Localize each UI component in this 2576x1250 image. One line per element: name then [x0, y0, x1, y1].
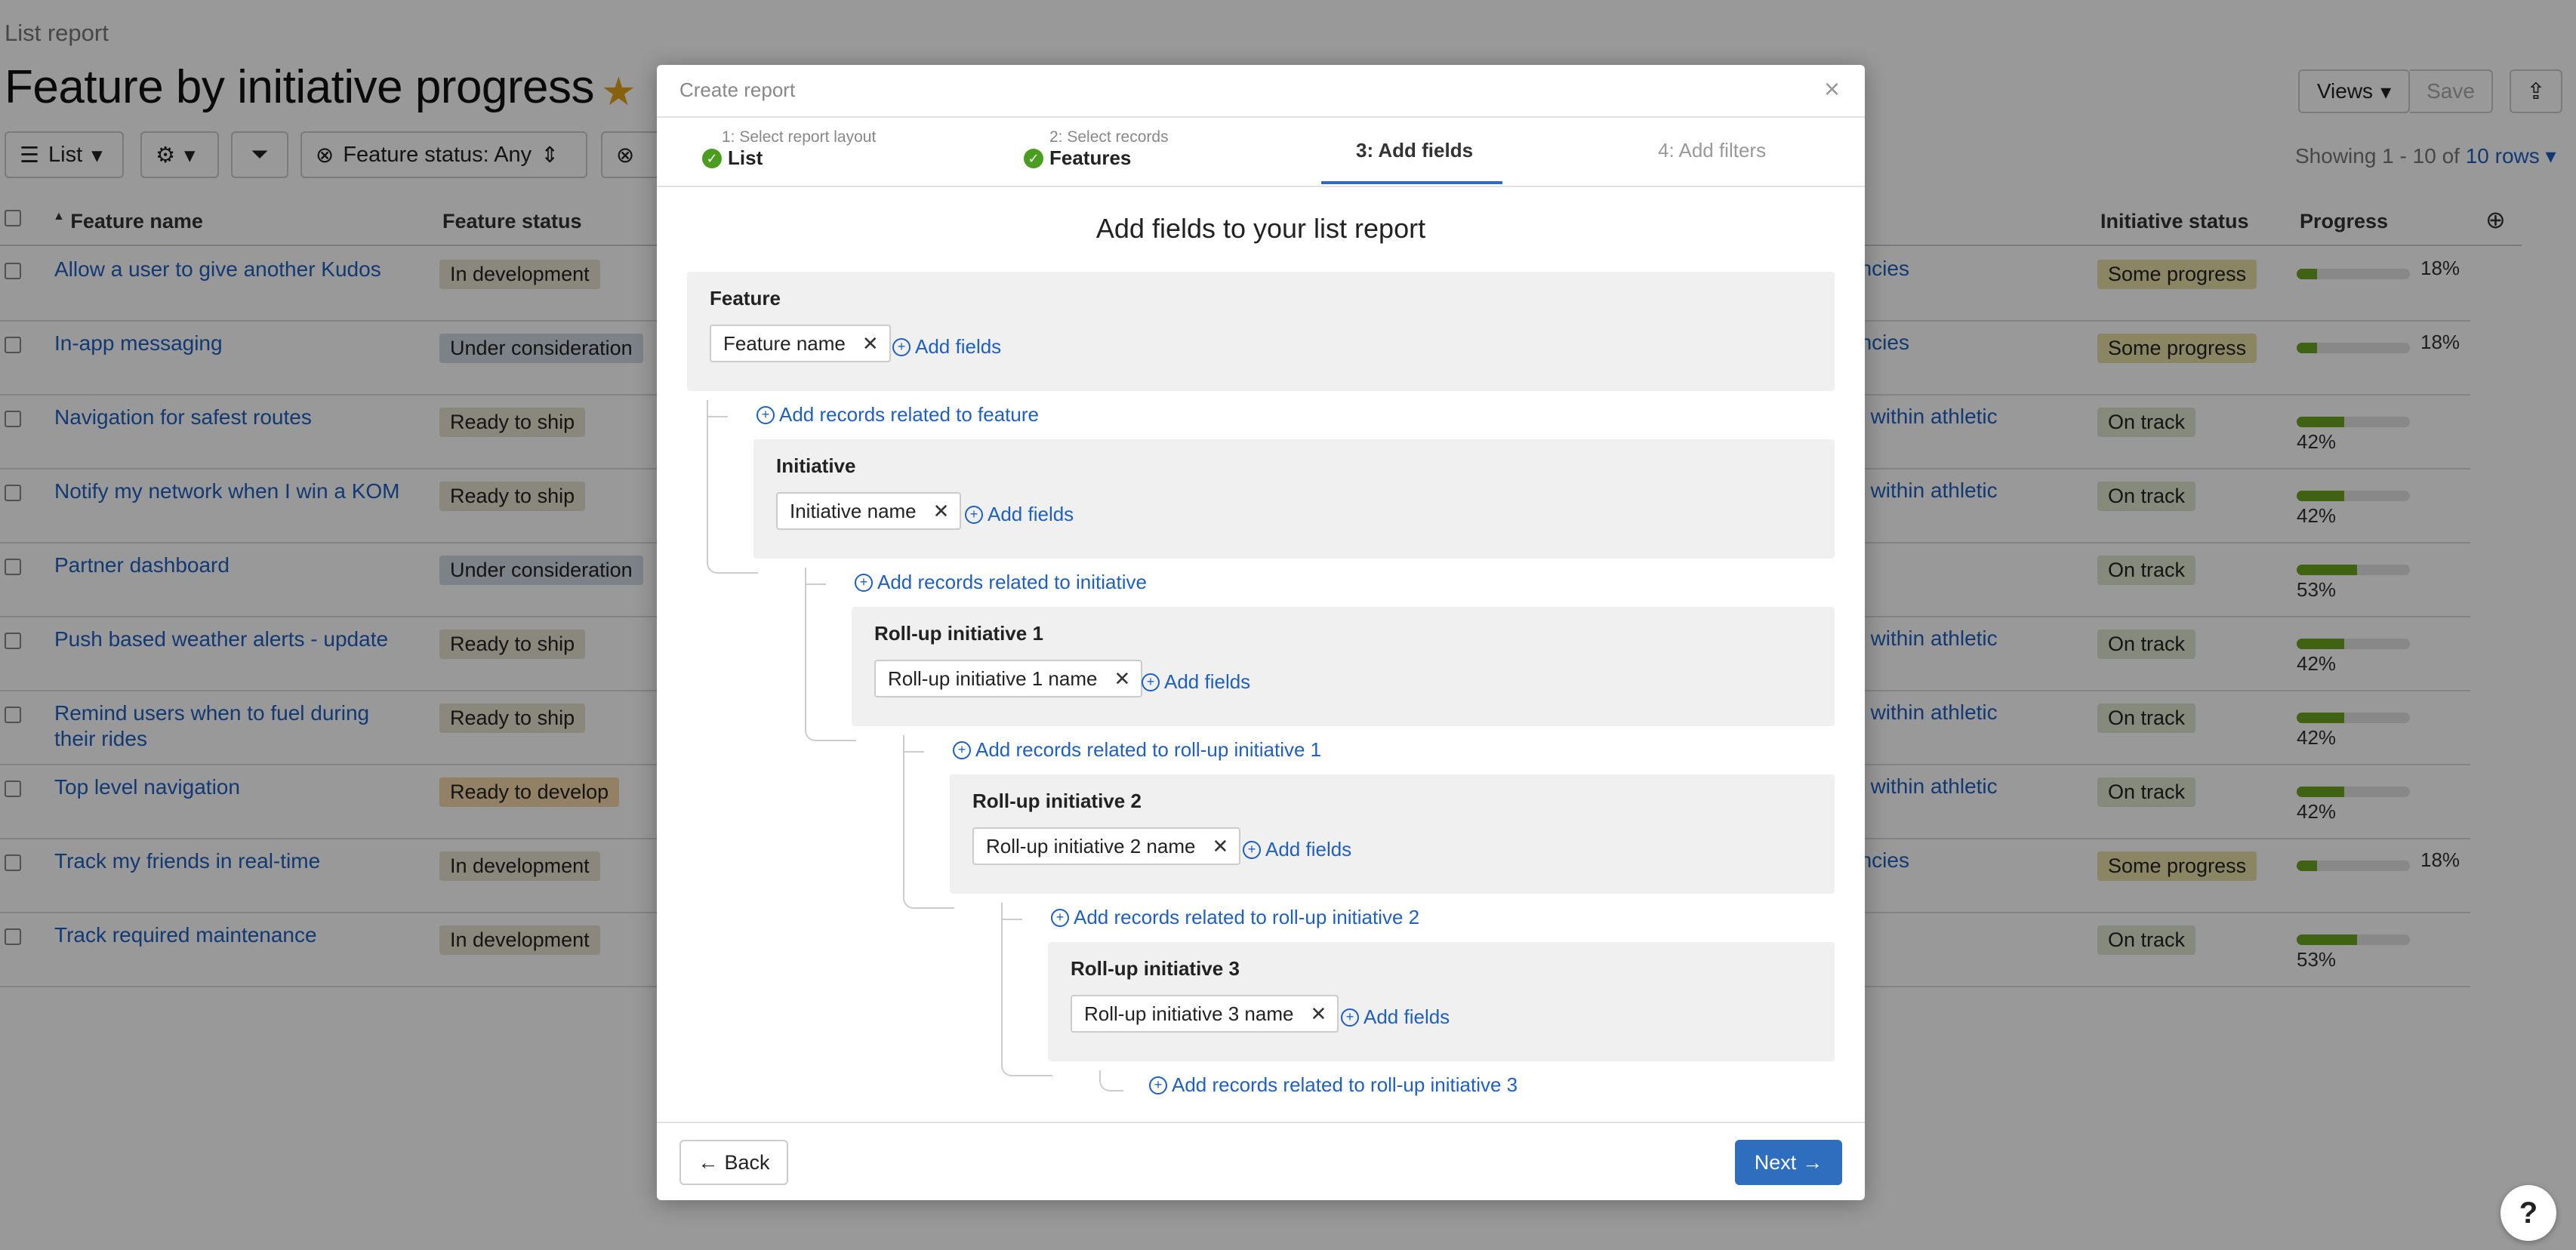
add-related-initiative-link[interactable]: + Add records related to initiative — [855, 571, 1147, 594]
back-label: Back — [724, 1150, 770, 1174]
plus-circle-icon: + — [1142, 673, 1160, 691]
add-fields-link[interactable]: + Add fields — [1142, 670, 1250, 694]
modal-header: Create report × — [657, 65, 1865, 118]
plus-circle-icon: + — [1341, 1008, 1359, 1027]
add-fields-label: Add fields — [1363, 1005, 1450, 1028]
step-select-layout[interactable]: 1: Select report layout ✓ List — [702, 118, 989, 186]
add-related-rollup-3-link[interactable]: + Add records related to roll-up initiati… — [1149, 1073, 1518, 1097]
field-chip-feature-name[interactable]: Feature name ✕ — [710, 325, 891, 362]
tree-connector — [1001, 903, 1052, 1076]
section-title: Feature — [710, 287, 781, 309]
tree-connector — [805, 568, 856, 741]
step-add-filters[interactable]: 4: Add filters — [1623, 118, 1804, 186]
section-rollup-initiative-3: Roll-up initiative 3 Roll-up initiative … — [1048, 942, 1835, 1061]
step-label: 4: Add filters — [1658, 139, 1767, 162]
chip-label: Roll-up initiative 3 name — [1084, 1002, 1294, 1025]
step-caption: 1: Select report layout — [722, 128, 877, 146]
wizard-steps: 1: Select report layout ✓ List 2: Select … — [657, 118, 1865, 187]
check-icon: ✓ — [702, 148, 722, 168]
add-fields-link[interactable]: + Add fields — [1341, 1005, 1450, 1029]
add-related-rollup-1-link[interactable]: + Add records related to roll-up initiati… — [953, 738, 1321, 762]
section-title: Roll-up initiative 3 — [1071, 957, 1240, 980]
plus-circle-icon: + — [1149, 1076, 1167, 1095]
add-fields-link[interactable]: + Add fields — [892, 335, 1001, 359]
add-fields-label: Add fields — [1164, 670, 1251, 693]
section-feature: Feature Feature name ✕ + Add fields — [687, 272, 1835, 391]
section-initiative: Initiative Initiative name ✕ + Add fields — [753, 439, 1835, 559]
add-fields-label: Add fields — [988, 503, 1074, 525]
plus-circle-icon: + — [1051, 908, 1069, 927]
create-report-modal: Create report × 1: Select report layout … — [657, 65, 1865, 1200]
section-title: Roll-up initiative 2 — [972, 790, 1142, 812]
remove-icon[interactable]: ✕ — [933, 500, 950, 523]
step-select-records[interactable]: 2: Select records ✓ Features — [1024, 118, 1311, 186]
plus-circle-icon: + — [892, 337, 911, 356]
add-fields-link[interactable]: + Add fields — [965, 503, 1074, 526]
add-related-label: Add records related to roll-up initiativ… — [1074, 906, 1420, 928]
add-related-label: Add records related to initiative — [877, 571, 1147, 593]
check-icon: ✓ — [1024, 148, 1043, 168]
tree-connector — [1003, 919, 1022, 920]
tree-connector — [1099, 1070, 1123, 1091]
arrow-left-icon: ← — [698, 1150, 719, 1174]
modal-title: Create report — [679, 79, 796, 101]
remove-icon[interactable]: ✕ — [862, 332, 879, 356]
add-related-label: Add records related to roll-up initiativ… — [975, 738, 1322, 761]
section-title: Roll-up initiative 1 — [874, 622, 1043, 645]
step-add-fields[interactable]: 3: Add fields — [1321, 118, 1502, 186]
section-rollup-initiative-2: Roll-up initiative 2 Roll-up initiative … — [950, 774, 1835, 894]
field-chip-rollup-1-name[interactable]: Roll-up initiative 1 name ✕ — [874, 660, 1143, 697]
add-related-feature-link[interactable]: + Add records related to feature — [756, 403, 1039, 426]
add-related-label: Add records related to feature — [779, 403, 1039, 426]
field-chip-rollup-2-name[interactable]: Roll-up initiative 2 name ✕ — [972, 827, 1241, 865]
add-related-label: Add records related to roll-up initiativ… — [1172, 1073, 1518, 1096]
back-button[interactable]: ← Back — [679, 1140, 788, 1185]
active-step-indicator — [1321, 181, 1502, 184]
plus-circle-icon: + — [1243, 840, 1261, 859]
remove-icon[interactable]: ✕ — [1212, 835, 1228, 858]
plus-circle-icon: + — [855, 573, 873, 592]
chip-label: Roll-up initiative 2 name — [986, 834, 1196, 857]
help-icon[interactable]: ? — [2501, 1185, 2556, 1241]
chip-label: Feature name — [723, 331, 846, 355]
plus-circle-icon: + — [756, 405, 775, 424]
remove-icon[interactable]: ✕ — [1114, 667, 1130, 691]
step-label: 3: Add fields — [1356, 139, 1474, 162]
tree-connector — [708, 416, 728, 417]
remove-icon[interactable]: ✕ — [1310, 1002, 1327, 1026]
chip-label: Initiative name — [790, 499, 917, 522]
add-related-rollup-2-link[interactable]: + Add records related to roll-up initiati… — [1051, 906, 1419, 929]
tree-connector — [707, 400, 758, 574]
tree-connector — [806, 583, 826, 585]
tree-connector — [903, 735, 954, 909]
arrow-right-icon: → — [1802, 1150, 1823, 1174]
step-value: ✓ List — [702, 146, 763, 170]
plus-circle-icon: + — [965, 505, 983, 524]
section-rollup-initiative-1: Roll-up initiative 1 Roll-up initiative … — [852, 607, 1835, 726]
modal-heading: Add fields to your list report — [1095, 213, 1426, 244]
next-button[interactable]: Next → — [1735, 1140, 1842, 1185]
field-chip-rollup-3-name[interactable]: Roll-up initiative 3 name ✕ — [1071, 995, 1339, 1033]
plus-circle-icon: + — [953, 740, 971, 759]
tree-connector — [904, 751, 924, 753]
field-chip-initiative-name[interactable]: Initiative name ✕ — [776, 492, 962, 530]
next-label: Next — [1754, 1150, 1797, 1174]
add-fields-label: Add fields — [915, 335, 1002, 358]
add-fields-label: Add fields — [1265, 838, 1352, 861]
step-caption: 2: Select records — [1049, 128, 1169, 146]
close-icon[interactable]: × — [1824, 75, 1840, 103]
step-value: ✓ Features — [1024, 146, 1131, 170]
add-fields-link[interactable]: + Add fields — [1243, 838, 1351, 861]
step-value-text: List — [728, 146, 763, 169]
section-title: Initiative — [776, 454, 856, 477]
chip-label: Roll-up initiative 1 name — [888, 667, 1098, 690]
modal-footer: ← Back Next → — [657, 1122, 1865, 1202]
step-value-text: Features — [1049, 146, 1132, 169]
